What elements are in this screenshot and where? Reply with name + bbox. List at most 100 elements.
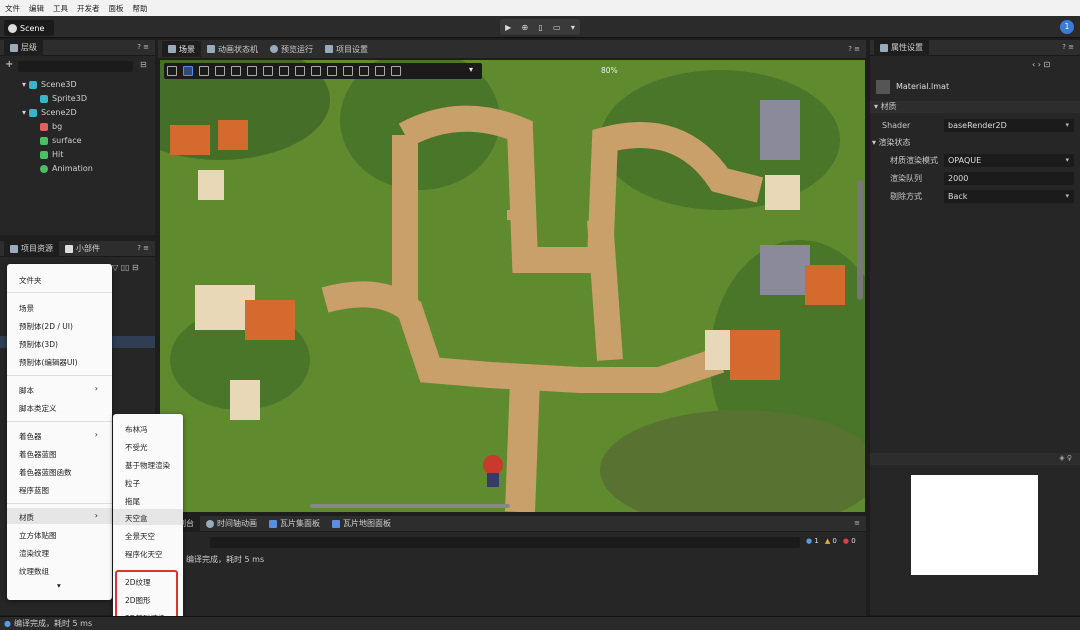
select-tool-icon[interactable]	[183, 66, 193, 76]
align-middle-icon[interactable]	[263, 66, 273, 76]
menu-item-cubemap[interactable]: 立方体贴图	[19, 530, 57, 541]
grid-icon[interactable]	[343, 66, 353, 76]
tree-item-sprite3d[interactable]: Sprite3D	[40, 94, 87, 103]
tree-item-scene2d[interactable]: ▾ Scene2D	[22, 108, 77, 117]
menu-file[interactable]: 文件	[5, 3, 20, 14]
menu-tools[interactable]: 工具	[53, 3, 68, 14]
assets-header: 项目资源 小部件 ? ≡	[0, 240, 155, 257]
panel-menu-icon[interactable]: ? ≡	[137, 43, 149, 51]
tab-tileset[interactable]: 瓦片集面板	[263, 516, 326, 532]
tree-item-bg[interactable]: bg	[40, 122, 62, 131]
tab-tilemap[interactable]: 瓦片地图面板	[326, 516, 397, 532]
hierarchy-search-input[interactable]	[18, 61, 133, 72]
distribute-v-icon[interactable]	[311, 66, 321, 76]
tab-animator[interactable]: 动画状态机	[201, 44, 264, 55]
snap-icon[interactable]	[327, 66, 337, 76]
filter-icon[interactable]: ▽ ▯▯ ⊟	[112, 263, 139, 272]
chevron-down-icon[interactable]: ▾	[469, 65, 473, 74]
scene-document-tab[interactable]: Scene	[4, 20, 54, 36]
cull-mode-select[interactable]: Back ▾	[944, 189, 1074, 203]
collapse-icon[interactable]: ⊟	[140, 60, 147, 69]
preview-icon	[270, 45, 278, 53]
play-icon[interactable]: ▶	[505, 23, 511, 32]
align-bottom-icon[interactable]	[279, 66, 289, 76]
tab-scene[interactable]: 场景	[162, 41, 201, 57]
align-center-icon[interactable]	[215, 66, 225, 76]
console-search-input[interactable]	[210, 537, 800, 548]
submenu-item-particle[interactable]: 粒子	[125, 478, 140, 489]
monitor-icon[interactable]: ▭	[553, 23, 561, 32]
info-icon[interactable]: ● 1	[806, 537, 819, 545]
menu-divider	[7, 292, 112, 293]
globe-icon[interactable]: ⊕	[521, 23, 528, 32]
camera-icon[interactable]	[375, 66, 385, 76]
error-icon[interactable]: ● 0	[843, 537, 856, 545]
menu-developer[interactable]: 开发者	[77, 3, 100, 14]
panel-menu-icon[interactable]: ? ≡	[1062, 43, 1074, 51]
submenu-item-procedural-sky[interactable]: 程序化天空	[125, 549, 163, 560]
menu-item-program-blueprint[interactable]: 程序蓝图	[19, 485, 49, 496]
panel-menu-icon[interactable]: ? ≡	[848, 45, 860, 53]
shader-select[interactable]: baseRender2D ▾	[944, 118, 1074, 132]
menu-edit[interactable]: 编辑	[29, 3, 44, 14]
tab-preview[interactable]: 预览运行	[264, 44, 319, 55]
menu-item-render-texture[interactable]: 渲染纹理	[19, 548, 49, 559]
panel-menu-icon[interactable]: ? ≡	[137, 244, 149, 252]
render-queue-input[interactable]: 2000	[944, 171, 1074, 185]
panel-menu-icon[interactable]: ≡	[854, 519, 860, 527]
menu-help[interactable]: 帮助	[133, 3, 148, 14]
menu-item-prefab-2d[interactable]: 预制体(2D / UI)	[19, 321, 73, 332]
tab-hierarchy[interactable]: 层级	[4, 39, 43, 56]
phone-icon[interactable]: ▯	[538, 23, 542, 32]
menu-item-script-class[interactable]: 脚本类定义	[19, 403, 57, 414]
distribute-h-icon[interactable]	[295, 66, 305, 76]
section-render-state[interactable]: ▾ 渲染状态	[872, 137, 911, 148]
scene-viewport[interactable]	[160, 60, 865, 512]
section-material[interactable]: ▾ 材质	[870, 101, 1080, 113]
menu-item-material[interactable]: 材质	[19, 512, 34, 523]
menu-item-prefab-3d[interactable]: 预制体(3D)	[19, 339, 58, 350]
warning-icon[interactable]: ▲ 0	[825, 537, 837, 545]
tab-widgets[interactable]: 小部件	[59, 241, 106, 257]
menu-item-script[interactable]: 脚本	[19, 385, 34, 396]
menu-item-shader-blueprint[interactable]: 着色器蓝图	[19, 449, 57, 460]
menu-item-prefab-editor[interactable]: 预制体(编辑器UI)	[19, 357, 78, 368]
fit-icon[interactable]	[359, 66, 369, 76]
map-artwork	[160, 60, 865, 512]
notification-badge[interactable]: 1	[1060, 20, 1074, 34]
monitor-view-icon[interactable]	[391, 66, 401, 76]
tree-item-surface[interactable]: surface	[40, 136, 82, 145]
status-bar: ● 编译完成，耗时 5 ms	[0, 616, 1080, 630]
menu-item-texture-array[interactable]: 纹理数组	[19, 566, 49, 577]
tree-item-scene3d[interactable]: ▾ Scene3D	[22, 80, 77, 89]
hand-tool-icon[interactable]	[167, 66, 177, 76]
menu-panels[interactable]: 面板	[109, 3, 124, 14]
menu-item-scene[interactable]: 场景	[19, 303, 34, 314]
menu-item-shader-blueprint-fn[interactable]: 着色器蓝图函数	[19, 467, 72, 478]
align-left-icon[interactable]	[199, 66, 209, 76]
tab-properties[interactable]: 属性设置	[874, 39, 929, 56]
menu-item-shader[interactable]: 着色器	[19, 431, 42, 442]
submenu-item-blinn-phong[interactable]: 布林冯	[125, 424, 148, 435]
tab-project-assets[interactable]: 项目资源	[4, 240, 59, 257]
tab-timeline[interactable]: 时间轴动画	[200, 516, 263, 532]
zoom-level[interactable]: 80%	[601, 66, 618, 75]
submenu-item-pbr[interactable]: 基于物理渲染	[125, 460, 170, 471]
preview-tools-icon[interactable]: ◈ ♀	[1059, 454, 1072, 462]
menu-more-arrow[interactable]: ▾	[57, 581, 61, 590]
submenu-item-panorama-sky[interactable]: 全景天空	[125, 531, 155, 542]
submenu-item-skybox[interactable]: 天空盒	[125, 513, 148, 524]
tilemap-icon	[332, 519, 340, 528]
nav-arrows-icon[interactable]: ‹ › ⊡	[1032, 60, 1050, 69]
tree-item-hit[interactable]: Hit	[40, 150, 63, 159]
add-icon[interactable]: +	[5, 59, 13, 70]
submenu-item-trail[interactable]: 拖尾	[125, 496, 140, 507]
submenu-item-unlit[interactable]: 不受光	[125, 442, 148, 453]
render-mode-select[interactable]: OPAQUE ▾	[944, 153, 1074, 167]
align-right-icon[interactable]	[231, 66, 241, 76]
align-top-icon[interactable]	[247, 66, 257, 76]
tab-project-settings[interactable]: 项目设置	[319, 44, 374, 55]
menu-item-folder[interactable]: 文件夹	[19, 275, 42, 286]
tree-item-animation[interactable]: Animation	[40, 164, 93, 173]
chevron-down-icon[interactable]: ▾	[571, 23, 575, 32]
